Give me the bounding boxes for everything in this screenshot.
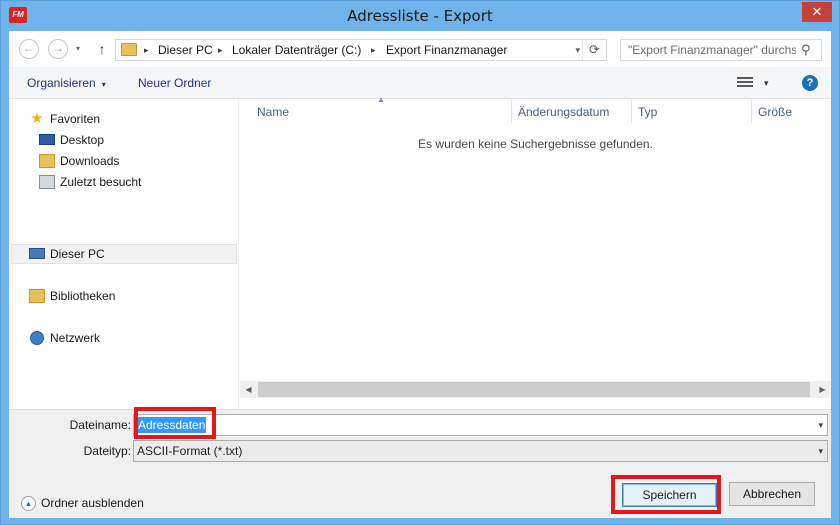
breadcrumb-separator-icon: ▸ [371, 45, 376, 55]
breadcrumb-local-disk[interactable]: Lokaler Datenträger (C:) [232, 40, 361, 60]
file-list: Name ▲ Änderungsdatum Typ Größe Es wurde… [240, 95, 831, 409]
hide-folders-label: Ordner ausblenden [41, 496, 144, 510]
title-bar[interactable]: Adressliste - Export FM ✕ [1, 1, 839, 31]
column-divider[interactable] [751, 99, 752, 123]
organize-label: Organisieren [27, 76, 96, 90]
sidebar-item-label: Dieser PC [50, 247, 105, 261]
column-header-type[interactable]: Typ [638, 99, 657, 125]
address-dropdown-chevron-icon[interactable]: ▾ [575, 40, 580, 60]
folder-icon [121, 43, 137, 56]
column-header-modified-date[interactable]: Änderungsdatum [518, 99, 609, 125]
refresh-icon[interactable]: ⟳ [582, 40, 606, 60]
back-arrow-icon[interactable]: ← [19, 39, 39, 59]
network-icon [30, 331, 44, 345]
scrollbar-thumb[interactable] [258, 382, 810, 397]
breadcrumb-this-pc[interactable]: Dieser PC [158, 40, 213, 60]
view-options-icon[interactable] [737, 77, 753, 89]
sidebar-item-label: Bibliotheken [50, 289, 116, 303]
column-divider[interactable] [511, 99, 512, 123]
downloads-folder-icon [39, 154, 55, 168]
help-icon[interactable]: ? [802, 75, 818, 91]
save-options-panel: Dateiname: Adressdaten ▾ Dateityp: ASCII… [9, 407, 831, 518]
recent-locations-chevron-icon[interactable]: ▾ [76, 41, 86, 57]
breadcrumb-separator-icon: ▸ [218, 45, 223, 55]
libraries-folder-icon [29, 289, 45, 303]
column-divider[interactable] [631, 99, 632, 123]
column-header-name[interactable]: Name [257, 99, 289, 125]
recent-places-icon [39, 175, 55, 189]
filetype-value: ASCII-Format (*.txt) [137, 444, 243, 458]
address-bar[interactable]: ▸ Dieser PC ▸ Lokaler Datenträger (C:) ▸… [115, 39, 607, 61]
breadcrumb-export-folder[interactable]: Export Finanzmanager [386, 40, 507, 60]
scroll-left-icon[interactable]: ◀ [240, 381, 257, 398]
up-arrow-icon[interactable]: ↑ [95, 40, 109, 58]
sidebar-item-label: Downloads [60, 154, 120, 168]
app-icon: FM [9, 7, 27, 23]
sidebar-item-label: Favoriten [50, 112, 101, 126]
chevron-down-icon[interactable]: ▾ [818, 441, 823, 461]
search-input[interactable]: "Export Finanzmanager" durchsuchen ⚲ [620, 39, 822, 61]
sidebar-item-label: Zuletzt besucht [60, 175, 142, 189]
cancel-button[interactable]: Abbrechen [729, 482, 815, 506]
filename-input[interactable]: Adressdaten ▾ [133, 414, 828, 436]
star-icon: ★ [30, 110, 44, 127]
filename-label: Dateiname: [69, 418, 131, 432]
computer-icon [29, 248, 45, 259]
search-placeholder: "Export Finanzmanager" durchsuchen [628, 43, 796, 57]
sidebar-item-label: Desktop [60, 133, 105, 147]
column-header-size[interactable]: Größe [758, 99, 792, 125]
hide-folders-toggle[interactable]: ▲ Ordner ausblenden [21, 494, 144, 512]
breadcrumb-separator-icon: ▸ [144, 45, 149, 55]
chevron-down-icon: ▾ [101, 80, 106, 89]
chevron-up-icon: ▲ [21, 496, 36, 512]
organize-button[interactable]: Organisieren ▾ [27, 67, 106, 99]
sort-ascending-icon: ▲ [377, 95, 385, 104]
save-highlight-box [611, 475, 721, 514]
navigation-bar: ← → ▾ ↑ ▸ Dieser PC ▸ Lokaler Datenträge… [9, 31, 831, 67]
window-title: Adressliste - Export [347, 7, 493, 25]
search-icon[interactable]: ⚲ [801, 42, 815, 58]
chevron-down-icon[interactable]: ▾ [818, 415, 823, 435]
filename-highlight-box [134, 407, 216, 439]
forward-arrow-icon[interactable]: → [48, 39, 68, 59]
empty-results-message: Es wurden keine Suchergebnisse gefunden. [418, 137, 653, 151]
scroll-right-icon[interactable]: ▶ [814, 381, 831, 398]
desktop-icon [39, 134, 55, 145]
view-options-chevron-icon[interactable]: ▾ [764, 75, 769, 91]
filetype-select[interactable]: ASCII-Format (*.txt) ▾ [133, 440, 828, 462]
filetype-label: Dateityp: [83, 444, 131, 458]
new-folder-button[interactable]: Neuer Ordner [138, 67, 211, 99]
command-toolbar: Organisieren ▾ Neuer Ordner ▾ ? [9, 67, 831, 99]
sidebar-item-label: Netzwerk [50, 331, 101, 345]
horizontal-scrollbar[interactable]: ◀ ▶ [240, 381, 831, 398]
save-dialog-window: Adressliste - Export FM ✕ ← → ▾ ↑ ▸ Dies… [0, 0, 840, 525]
close-button[interactable]: ✕ [802, 2, 832, 22]
dialog-client-area: ← → ▾ ↑ ▸ Dieser PC ▸ Lokaler Datenträge… [9, 31, 831, 518]
navigation-pane: ★ Favoriten Desktop Downloads Zuletzt be… [9, 99, 239, 409]
